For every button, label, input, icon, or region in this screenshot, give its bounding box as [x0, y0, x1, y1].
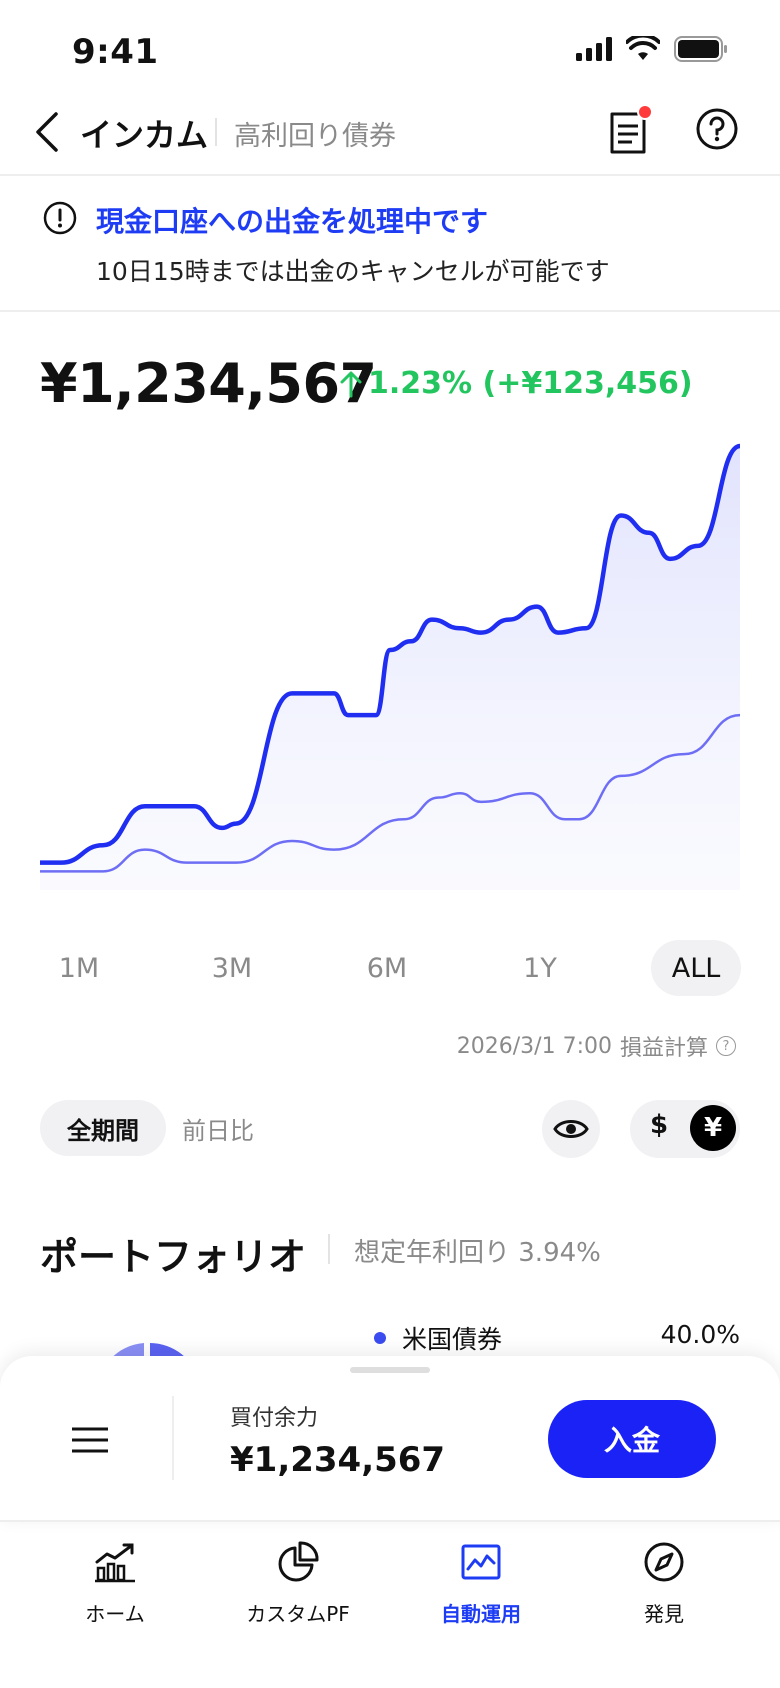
chart-bars-icon [95, 1543, 135, 1583]
pnl-label[interactable]: 損益計算 [620, 1030, 708, 1062]
eye-icon [553, 1120, 589, 1138]
portfolio-divider [328, 1234, 330, 1264]
balance-change: 1.23% (+¥123,456) [338, 366, 693, 401]
page-title: インカム [80, 116, 209, 154]
page-subtitle: 高利回り債券 [234, 121, 396, 152]
legend-name: 米国債券 [402, 1325, 503, 1354]
pie-chart-icon [278, 1541, 319, 1582]
signal-icon [576, 37, 612, 61]
tab-label: ホーム [85, 1602, 145, 1626]
divider [0, 1520, 780, 1522]
segment-prev-day[interactable]: 前日比 [182, 1100, 254, 1156]
balance-value: ¥1,234,567 [40, 352, 377, 415]
deposit-button[interactable]: 入金 [548, 1400, 716, 1478]
status-time: 9:41 [72, 32, 159, 72]
timestamp-text: 2026/3/1 7:00 [456, 1033, 612, 1059]
tab-home[interactable]: ホーム [25, 1540, 205, 1627]
segment-all-period[interactable]: 全期間 [40, 1100, 166, 1156]
visibility-toggle[interactable] [542, 1100, 600, 1158]
question-icon[interactable]: ? [716, 1036, 736, 1056]
portfolio-yield: 想定年利回り 3.94% [354, 1238, 601, 1268]
portfolio-title: ポートフォリオ [40, 1235, 307, 1279]
tab-discover[interactable]: 発見 [574, 1540, 754, 1627]
line-chart-icon [461, 1544, 501, 1580]
menu-icon[interactable] [70, 1424, 110, 1456]
tab-label: カスタムPF [246, 1602, 350, 1626]
performance-chart[interactable] [40, 440, 740, 890]
arrow-up-icon [340, 371, 362, 397]
back-chevron-icon[interactable] [30, 110, 70, 154]
buying-power-label: 買付余力 [230, 1406, 319, 1431]
balance-change-text: 1.23% (+¥123,456) [368, 366, 693, 401]
divider [0, 174, 780, 176]
tab-auto-invest[interactable]: 自動運用 [391, 1540, 571, 1627]
banner-title[interactable]: 現金口座への出金を処理中です [96, 200, 488, 240]
legend-dot [374, 1332, 386, 1344]
alert-icon [43, 201, 77, 235]
sheet-divider [172, 1396, 174, 1480]
buying-power-value: ¥1,234,567 [230, 1440, 446, 1480]
wifi-icon [626, 36, 660, 60]
currency-jpy[interactable]: ¥ [690, 1105, 736, 1151]
currency-usd[interactable]: $ [650, 1110, 668, 1140]
period-tab-1y[interactable]: 1Y [495, 940, 585, 996]
banner-text: 10日15時までは出金のキャンセルが可能です [96, 257, 610, 286]
chart-area-fill [40, 446, 740, 890]
battery-icon [674, 36, 727, 62]
period-tab-1m[interactable]: 1M [34, 940, 124, 996]
legend-value: 40.0% [660, 1320, 740, 1349]
timestamp: 2026/3/1 7:00 損益計算 ? [457, 1030, 736, 1062]
sheet-handle[interactable] [350, 1367, 430, 1373]
period-tab-6m[interactable]: 6M [342, 940, 432, 996]
tab-label: 自動運用 [441, 1602, 521, 1626]
help-icon[interactable] [694, 106, 740, 152]
period-tab-3m[interactable]: 3M [187, 940, 277, 996]
divider [0, 310, 780, 312]
tab-custom-pf[interactable]: カスタムPF [208, 1540, 388, 1627]
period-tab-all[interactable]: ALL [651, 940, 741, 996]
compass-icon [644, 1542, 684, 1582]
tab-label: 発見 [644, 1602, 684, 1626]
notification-dot [637, 104, 653, 120]
nav-divider [215, 118, 217, 146]
status-icons [576, 36, 728, 62]
